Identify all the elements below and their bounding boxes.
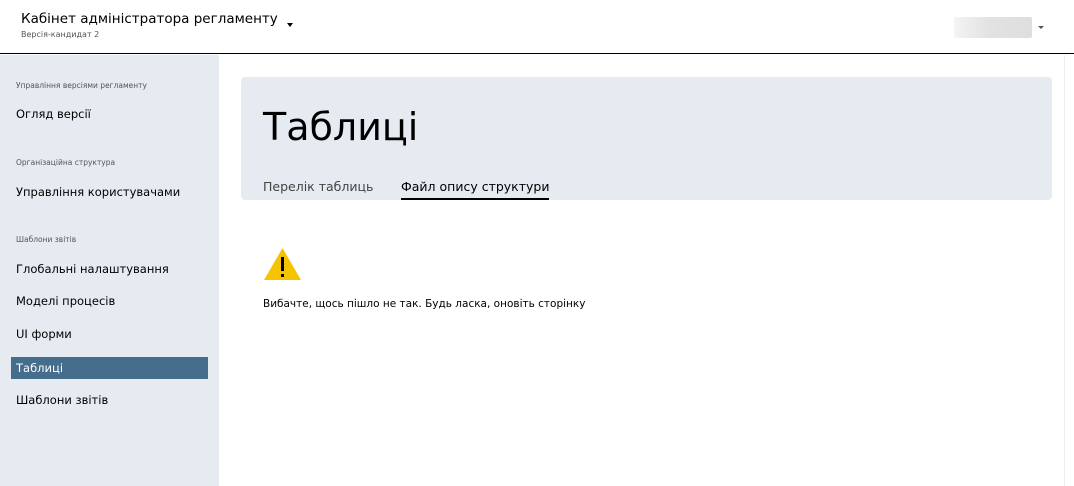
app-title: Кабінет адміністратора регламенту (21, 10, 293, 28)
warning-icon (263, 247, 302, 281)
caret-down-icon (1038, 26, 1044, 29)
sidebar: Управління версіями регламенту Огляд вер… (0, 55, 219, 486)
sidebar-item-report-templates[interactable]: Шаблони звітів (11, 389, 208, 411)
sidebar-section-label: Шаблони звітів (16, 235, 77, 244)
user-menu[interactable] (954, 15, 1049, 39)
app-switcher[interactable]: Кабінет адміністратора регламенту Версія… (21, 10, 293, 40)
avatar (954, 17, 1032, 38)
sidebar-item-global-settings[interactable]: Глобальні налаштування (11, 258, 208, 280)
error-message: Вибачте, щось пішло не так. Будь ласка, … (263, 298, 586, 310)
sidebar-item-tables[interactable]: Таблиці (11, 357, 208, 379)
sidebar-item-process-models[interactable]: Моделі процесів (11, 290, 208, 312)
sidebar-item-users[interactable]: Управління користувачами (11, 181, 208, 203)
tab-tables-list[interactable]: Перелік таблиць (263, 178, 373, 196)
tab-structure-file[interactable]: Файл опису структури (401, 178, 550, 200)
sidebar-section-label: Організаційна структура (16, 158, 116, 167)
sidebar-section-label: Управління версіями регламенту (16, 81, 147, 90)
app-header: Кабінет адміністратора регламенту Версія… (0, 0, 1074, 54)
page-header-panel: Таблиці Перелік таблиць Файл опису струк… (241, 77, 1052, 200)
caret-down-icon (286, 23, 293, 27)
version-label: Версія-кандидат 2 (21, 30, 100, 39)
sidebar-item-version-overview[interactable]: Огляд версії (11, 103, 208, 125)
sidebar-item-ui-forms[interactable]: UI форми (11, 323, 208, 345)
scrollbar-track (1064, 55, 1065, 486)
page-title: Таблиці (263, 105, 419, 149)
